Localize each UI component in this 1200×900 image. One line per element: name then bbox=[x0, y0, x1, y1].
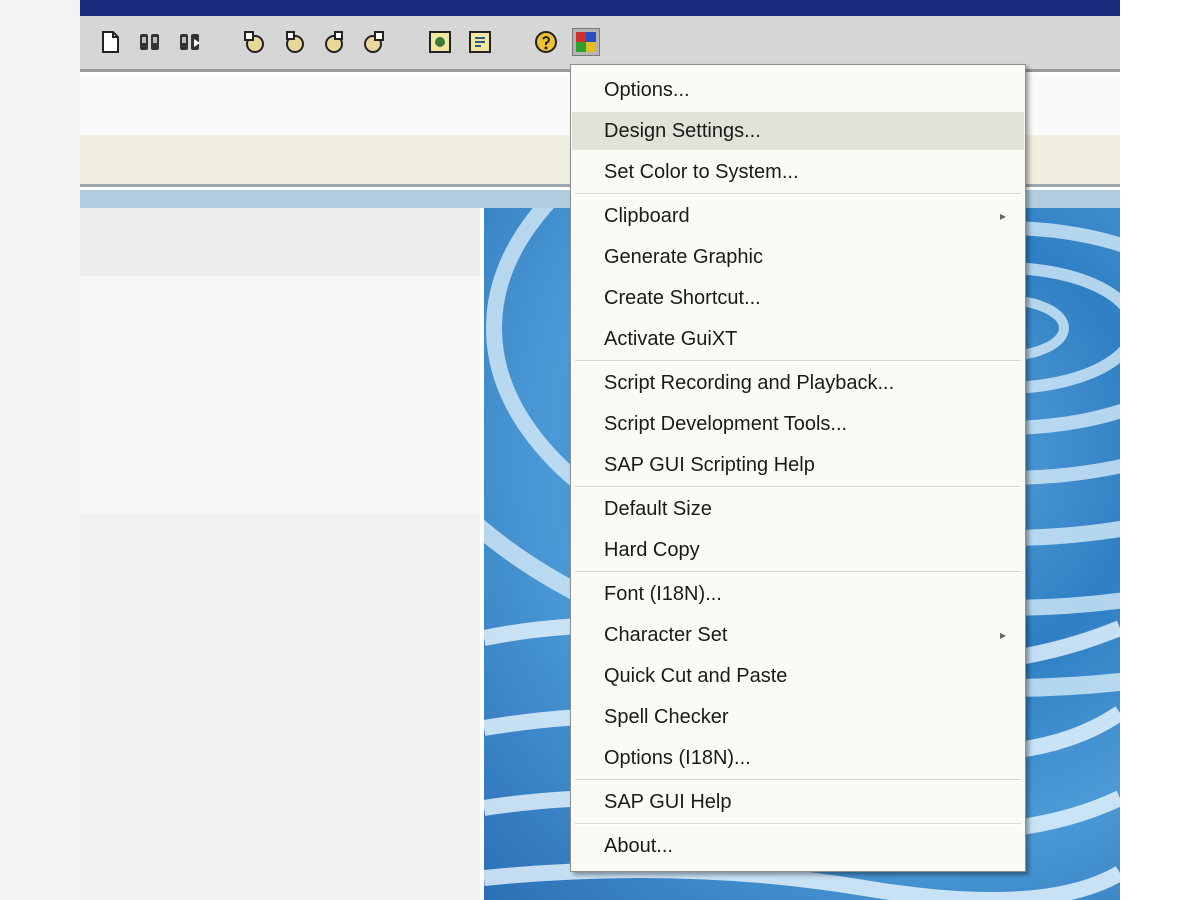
menu-item-label: Script Development Tools... bbox=[604, 413, 848, 435]
menu-item-label: Default Size bbox=[604, 498, 712, 520]
find-next-icon[interactable] bbox=[176, 28, 204, 56]
menu-item-sap-gui-help[interactable]: SAP GUI Help bbox=[572, 783, 1024, 821]
menu-item-script-recording[interactable]: Script Recording and Playback... bbox=[572, 364, 1024, 402]
menu-item-generate-graphic[interactable]: Generate Graphic bbox=[572, 238, 1024, 276]
menu-separator bbox=[575, 360, 1021, 362]
left-pane-tree-area bbox=[80, 276, 480, 514]
menu-separator bbox=[575, 571, 1021, 573]
menu-item-label: About... bbox=[604, 835, 673, 857]
menu-item-label: Options (I18N)... bbox=[604, 747, 751, 769]
menu-item-character-set[interactable]: Character Set ▸ bbox=[572, 616, 1024, 654]
menu-item-label: SAP GUI Scripting Help bbox=[604, 454, 815, 476]
menu-item-clipboard[interactable]: Clipboard ▸ bbox=[572, 197, 1024, 235]
menu-item-quick-cut-and-paste[interactable]: Quick Cut and Paste bbox=[572, 657, 1024, 695]
menu-item-hard-copy[interactable]: Hard Copy bbox=[572, 531, 1024, 569]
menu-item-set-color-to-system[interactable]: Set Color to System... bbox=[572, 153, 1024, 191]
menu-item-label: Design Settings... bbox=[604, 120, 761, 142]
right-gutter bbox=[1120, 0, 1200, 900]
submenu-arrow-icon: ▸ bbox=[999, 628, 1006, 642]
menu-item-options[interactable]: Options... bbox=[572, 71, 1024, 109]
menu-item-label: Set Color to System... bbox=[604, 161, 799, 183]
menu-separator bbox=[575, 193, 1021, 195]
customize-layout-icon[interactable] bbox=[572, 28, 600, 56]
help-icon[interactable] bbox=[532, 28, 560, 56]
menu-item-label: Spell Checker bbox=[604, 706, 729, 728]
menu-item-scripting-help[interactable]: SAP GUI Scripting Help bbox=[572, 446, 1024, 484]
left-gutter bbox=[0, 0, 80, 900]
menu-item-label: Quick Cut and Paste bbox=[604, 665, 788, 687]
menu-item-font-i18n[interactable]: Font (I18N)... bbox=[572, 575, 1024, 613]
menu-item-activate-guixt[interactable]: Activate GuiXT bbox=[572, 320, 1024, 358]
find-icon[interactable] bbox=[136, 28, 164, 56]
menu-item-options-i18n[interactable]: Options (I18N)... bbox=[572, 739, 1024, 777]
menu-item-spell-checker[interactable]: Spell Checker bbox=[572, 698, 1024, 736]
left-navigation-pane bbox=[80, 208, 480, 900]
menu-item-label: Script Recording and Playback... bbox=[604, 372, 895, 394]
menu-item-default-size[interactable]: Default Size bbox=[572, 490, 1024, 528]
menu-item-script-development-tools[interactable]: Script Development Tools... bbox=[572, 405, 1024, 443]
new-session-icon[interactable] bbox=[96, 28, 124, 56]
menu-item-label: Generate Graphic bbox=[604, 246, 763, 268]
left-pane-header bbox=[80, 208, 480, 276]
menu-item-label: Clipboard bbox=[604, 205, 690, 227]
menu-separator bbox=[575, 486, 1021, 488]
menu-separator bbox=[575, 779, 1021, 781]
menu-item-label: Options... bbox=[604, 79, 690, 101]
create-shortcut-icon[interactable] bbox=[426, 28, 454, 56]
menu-item-design-settings[interactable]: Design Settings... bbox=[572, 112, 1024, 150]
title-bar bbox=[80, 0, 1120, 16]
first-page-icon[interactable] bbox=[240, 28, 268, 56]
next-page-icon[interactable] bbox=[320, 28, 348, 56]
menu-item-label: Character Set bbox=[604, 624, 728, 646]
submenu-arrow-icon: ▸ bbox=[999, 209, 1006, 223]
menu-item-label: Activate GuiXT bbox=[604, 328, 738, 350]
menu-separator bbox=[575, 823, 1021, 825]
previous-page-icon[interactable] bbox=[280, 28, 308, 56]
menu-item-label: SAP GUI Help bbox=[604, 791, 732, 813]
layout-icon[interactable] bbox=[466, 28, 494, 56]
menu-item-label: Font (I18N)... bbox=[604, 583, 722, 605]
customize-layout-menu: Options... Design Settings... Set Color … bbox=[570, 64, 1026, 872]
menu-item-about[interactable]: About... bbox=[572, 827, 1024, 865]
menu-item-create-shortcut[interactable]: Create Shortcut... bbox=[572, 279, 1024, 317]
menu-item-label: Hard Copy bbox=[604, 539, 700, 561]
menu-item-label: Create Shortcut... bbox=[604, 287, 761, 309]
last-page-icon[interactable] bbox=[360, 28, 388, 56]
